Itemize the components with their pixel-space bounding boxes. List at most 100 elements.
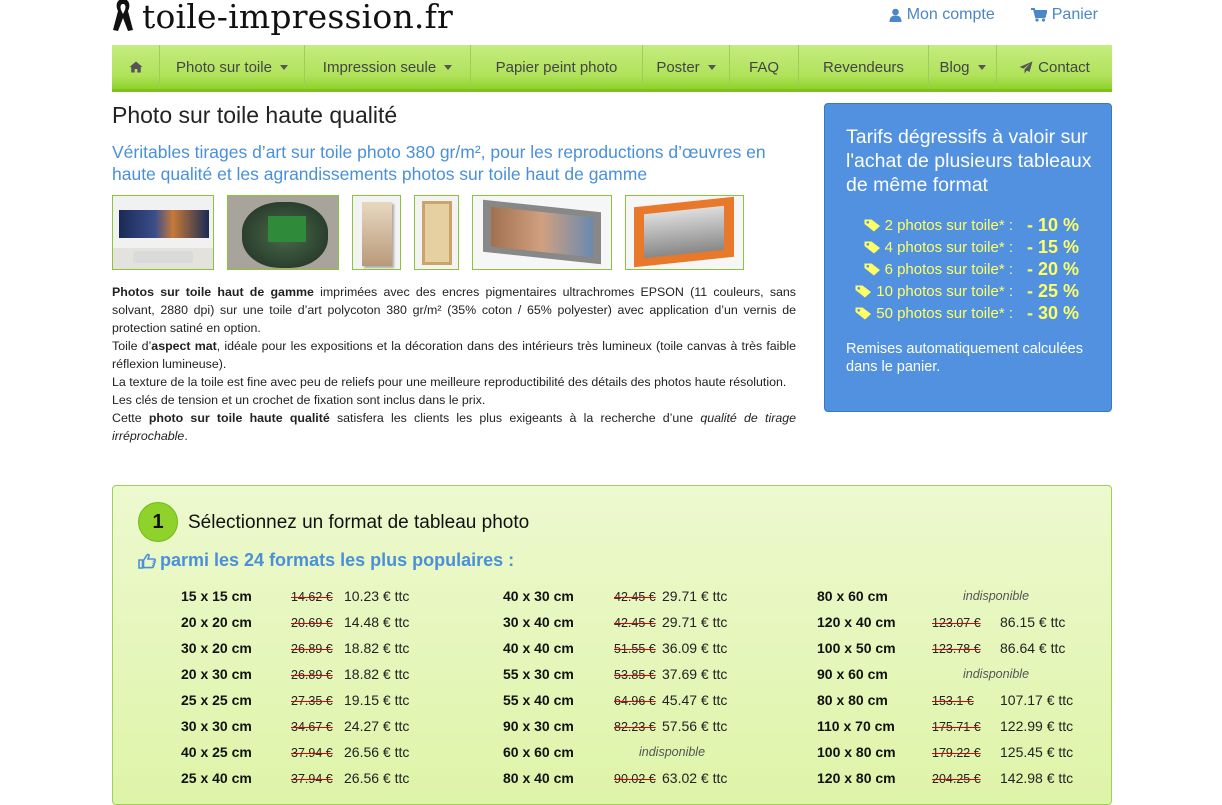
format-old-price: 26.89 €	[291, 642, 333, 656]
nav-home[interactable]	[112, 45, 160, 89]
nav-faq[interactable]: FAQ	[730, 45, 799, 89]
desc-bold: photo sur toile haute qualité	[148, 411, 330, 425]
discount-row: 6 photos sur toile* : - 20 %	[825, 258, 1113, 280]
format-size[interactable]: 55 x 40 cm	[503, 692, 574, 708]
caret-down-icon	[977, 64, 986, 70]
discount-value: - 30 %	[1027, 302, 1080, 323]
nav-impression-seule[interactable]: Impression seule	[305, 45, 471, 89]
nav-contact[interactable]: Contact	[997, 45, 1112, 89]
cart-label: Panier	[1051, 6, 1098, 23]
tag-icon	[864, 263, 880, 276]
format-size[interactable]: 30 x 40 cm	[503, 614, 574, 630]
format-old-price: 37.94 €	[291, 772, 333, 786]
format-new-price: 45.47 € ttc	[662, 692, 728, 708]
format-size[interactable]: 80 x 60 cm	[817, 588, 888, 604]
nav-revendeurs[interactable]: Revendeurs	[799, 45, 929, 89]
format-size[interactable]: 30 x 20 cm	[181, 640, 252, 656]
nav-photo-sur-toile[interactable]: Photo sur toile	[160, 45, 305, 89]
format-size[interactable]: 120 x 40 cm	[817, 614, 896, 630]
format-size[interactable]: 40 x 40 cm	[503, 640, 574, 656]
black-ribbon-icon	[113, 0, 133, 31]
account-link[interactable]: Mon compte	[889, 6, 995, 24]
format-old-price: 42.45 €	[614, 590, 656, 604]
format-size[interactable]: 20 x 30 cm	[181, 666, 252, 682]
format-old-price: 42.45 €	[614, 616, 656, 630]
format-old-price: 14.62 €	[291, 590, 333, 604]
format-size[interactable]: 40 x 30 cm	[503, 588, 574, 604]
discount-label: 4 photos sur toile* :	[864, 239, 1013, 256]
format-new-price: 107.17 € ttc	[1000, 692, 1074, 708]
format-selection-panel: 1 Sélectionnez un format de tableau phot…	[112, 485, 1112, 805]
thumbs-up-icon	[138, 553, 156, 569]
format-old-price: 53.85 €	[614, 668, 656, 682]
caret-down-icon	[707, 64, 716, 70]
format-new-price: 122.99 € ttc	[1000, 718, 1074, 734]
format-size[interactable]: 40 x 25 cm	[181, 744, 252, 760]
format-old-price: 179.22 €	[932, 746, 981, 760]
thumbnail-panorama-room[interactable]	[112, 195, 214, 270]
format-unavailable: indisponible	[639, 745, 706, 759]
format-size[interactable]: 80 x 40 cm	[503, 770, 574, 786]
desc-text: Cette	[112, 411, 149, 425]
format-size[interactable]: 80 x 80 cm	[817, 692, 888, 708]
nav-label: Contact	[1038, 58, 1090, 76]
discount-value: - 20 %	[1027, 258, 1080, 279]
format-new-price: 142.98 € ttc	[1000, 770, 1074, 786]
format-new-price: 19.15 € ttc	[344, 692, 410, 708]
format-size[interactable]: 25 x 40 cm	[181, 770, 252, 786]
format-size[interactable]: 55 x 30 cm	[503, 666, 574, 682]
format-size[interactable]: 100 x 80 cm	[817, 744, 896, 760]
nav-blog[interactable]: Blog	[929, 45, 997, 89]
discount-promo-box: Tarifs dégressifs à valoir sur l'achat d…	[824, 103, 1112, 412]
thumbnail-orange-frame[interactable]	[625, 195, 744, 270]
popular-formats-heading: parmi les 24 formats les plus populaires…	[138, 550, 514, 571]
format-old-price: 123.07 €	[932, 616, 981, 630]
nav-poster[interactable]: Poster	[643, 45, 730, 89]
format-new-price: 18.82 € ttc	[344, 666, 410, 682]
step-title: Sélectionnez un format de tableau photo	[188, 512, 530, 533]
format-old-price: 26.89 €	[291, 668, 333, 682]
format-size[interactable]: 90 x 30 cm	[503, 718, 574, 734]
format-old-price: 175.71 €	[932, 720, 981, 734]
format-size[interactable]: 60 x 60 cm	[503, 744, 574, 760]
format-size[interactable]: 100 x 50 cm	[817, 640, 896, 656]
site-header: toile-impression.fr Mon compte Panier	[0, 0, 1222, 45]
format-size[interactable]: 30 x 30 cm	[181, 718, 252, 734]
format-old-price: 123.78 €	[932, 642, 981, 656]
discount-label: 2 photos sur toile* :	[864, 217, 1013, 234]
format-size[interactable]: 25 x 25 cm	[181, 692, 252, 708]
discount-label-text: 10 photos sur toile* :	[876, 282, 1013, 300]
tag-icon	[864, 241, 880, 254]
nav-label: Papier peint photo	[495, 58, 618, 76]
discount-label: 6 photos sur toile* :	[864, 261, 1013, 278]
thumbnail-canvas-back[interactable]	[414, 195, 459, 270]
thumbnail-framed-photo[interactable]	[472, 195, 612, 270]
format-old-price: 37.94 €	[291, 746, 333, 760]
format-size[interactable]: 120 x 80 cm	[817, 770, 896, 786]
desc-text: Toile d’	[112, 339, 152, 353]
discount-label-text: 2 photos sur toile* :	[884, 216, 1013, 234]
step-number-badge: 1	[138, 502, 178, 542]
format-size[interactable]: 90 x 60 cm	[817, 666, 888, 682]
account-label: Mon compte	[906, 6, 995, 23]
desc-text: .	[184, 429, 188, 443]
format-old-price: 204.25 €	[932, 772, 981, 786]
discount-label-text: 50 photos sur toile* :	[876, 304, 1013, 322]
nav-label: Blog	[939, 58, 970, 76]
desc-paragraph: Photos sur toile haut de gamme imprimées…	[112, 283, 796, 337]
thumbnail-wedding-canvas[interactable]	[352, 195, 401, 270]
caret-down-icon	[279, 64, 288, 70]
format-new-price: 26.56 € ttc	[344, 744, 410, 760]
thumbnail-canvas-detail[interactable]	[227, 195, 339, 270]
desc-paragraph: Les clés de tension et un crochet de fix…	[112, 393, 486, 407]
format-old-price: 153.1 €	[932, 694, 974, 708]
site-logo[interactable]: toile-impression.fr	[112, 0, 453, 38]
format-size[interactable]: 20 x 20 cm	[181, 614, 252, 630]
format-old-price: 51.55 €	[614, 642, 656, 656]
format-size[interactable]: 15 x 15 cm	[181, 588, 252, 604]
nav-papier-peint[interactable]: Papier peint photo	[471, 45, 643, 89]
cart-link[interactable]: Panier	[1030, 6, 1098, 24]
format-size[interactable]: 110 x 70 cm	[817, 718, 895, 734]
home-icon	[129, 61, 142, 73]
caret-down-icon	[444, 64, 453, 70]
